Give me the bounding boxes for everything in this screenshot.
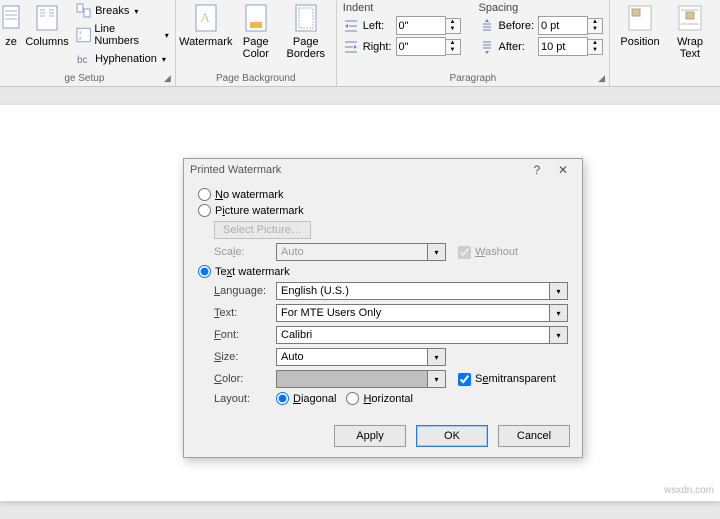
columns-button[interactable]: Columns [24, 2, 70, 68]
printed-watermark-dialog: Printed Watermark ? ✕ No watermark Pictu… [183, 158, 583, 458]
breaks-icon [76, 3, 92, 19]
hyphenation-button[interactable]: bc Hyphenation▾ [76, 51, 169, 67]
page-borders-label: Page Borders [287, 36, 326, 60]
source-watermark: wsxdn.com [664, 485, 714, 496]
indent-left-input[interactable]: ▲▼ [396, 16, 461, 35]
font-label: Font: [214, 329, 276, 341]
page-color-button[interactable]: Page Color [232, 2, 280, 60]
watermark-button[interactable]: A Watermark [182, 2, 230, 60]
group-page-background: A Watermark Page Color Page Borders Page… [176, 0, 337, 86]
ribbon: ze Columns Breaks▾ 12 Line Numbers▾ bc H… [0, 0, 720, 87]
position-icon [624, 2, 656, 34]
indent-left-icon [343, 18, 359, 34]
picture-watermark-label: Picture watermark [215, 205, 304, 217]
line-numbers-button[interactable]: 12 Line Numbers▾ [76, 23, 169, 47]
dialog-title: Printed Watermark [190, 164, 524, 176]
layout-label: Layout: [214, 393, 276, 405]
columns-icon [31, 2, 63, 34]
radio-no-watermark[interactable]: No watermark [198, 188, 568, 201]
wrap-text-button[interactable]: Wrap Text [666, 2, 714, 60]
radio-horizontal[interactable]: Horizontal [346, 392, 413, 405]
scale-label: Scale: [214, 246, 276, 258]
text-label: Text: [214, 307, 276, 319]
page-bg-label: Page Background [182, 71, 330, 84]
select-picture-button: Select Picture… [214, 221, 311, 239]
dialog-launcher-icon[interactable]: ◢ [164, 73, 171, 84]
columns-label: Columns [25, 36, 68, 48]
indent-right-icon [343, 39, 359, 55]
breaks-button[interactable]: Breaks▾ [76, 3, 169, 19]
apply-button[interactable]: Apply [334, 425, 406, 447]
watermark-label: Watermark [179, 36, 232, 48]
svg-text:A: A [200, 11, 211, 26]
no-watermark-label: o watermark [223, 189, 284, 201]
page-borders-button[interactable]: Page Borders [282, 2, 330, 60]
washout-checkbox: Washout [458, 246, 518, 259]
spacing-before-icon [479, 18, 495, 34]
radio-text-watermark[interactable]: Text watermark [198, 265, 568, 278]
dialog-titlebar: Printed Watermark ? ✕ [184, 159, 582, 181]
size-label: Size: [214, 351, 276, 363]
wrap-text-icon [674, 2, 706, 34]
wrap-label: Wrap Text [677, 36, 703, 60]
semitransparent-checkbox[interactable]: Semitransparent [458, 373, 556, 386]
scale-combo: ▾ [276, 243, 446, 261]
svg-text:1: 1 [79, 30, 82, 36]
group-paragraph: Indent Left: ▲▼ Right: ▲▼ Spacing Before… [337, 0, 610, 86]
spacing-after-icon [479, 39, 495, 55]
position-label: Position [620, 36, 659, 48]
language-combo[interactable]: ▾ [276, 282, 568, 300]
paragraph-label: Paragraph ◢ [343, 71, 603, 84]
watermark-icon: A [190, 2, 222, 34]
radio-diagonal[interactable]: Diagonal [276, 392, 336, 405]
page-setup-label: ge Setup ◢ [0, 71, 169, 84]
dialog-launcher-icon[interactable]: ◢ [598, 73, 605, 84]
text-combo[interactable]: ▾ [276, 304, 568, 322]
page-color-icon [240, 2, 272, 34]
page-color-label: Page Color [243, 36, 269, 60]
size-button[interactable]: ze [0, 2, 22, 68]
spacing-header: Spacing [479, 2, 603, 14]
svg-text:2: 2 [79, 36, 82, 42]
color-combo[interactable]: ▾ [276, 370, 446, 388]
size-combo[interactable]: ▾ [276, 348, 446, 366]
color-label: Color: [214, 373, 276, 385]
close-button[interactable]: ✕ [550, 163, 576, 177]
page-borders-icon [290, 2, 322, 34]
language-label: Language: [214, 285, 276, 297]
help-button[interactable]: ? [524, 163, 550, 177]
size-label: ze [5, 36, 17, 48]
ok-button[interactable]: OK [416, 425, 488, 447]
indent-right-input[interactable]: ▲▼ [396, 37, 461, 56]
indent-header: Indent [343, 2, 461, 14]
group-page-setup: ze Columns Breaks▾ 12 Line Numbers▾ bc H… [0, 0, 176, 86]
spacing-before-input[interactable]: ▲▼ [538, 16, 603, 35]
cancel-button[interactable]: Cancel [498, 425, 570, 447]
page-size-icon [0, 2, 27, 34]
radio-picture-watermark[interactable]: Picture watermark [198, 204, 568, 217]
hyphenation-icon: bc [76, 51, 92, 67]
group-arrange: Position Wrap Text [610, 0, 720, 86]
position-button[interactable]: Position [616, 2, 664, 60]
font-combo[interactable]: ▾ [276, 326, 568, 344]
line-numbers-icon: 12 [76, 27, 91, 43]
text-watermark-label: Text watermark [215, 266, 290, 278]
spacing-after-input[interactable]: ▲▼ [538, 37, 603, 56]
svg-text:bc: bc [77, 55, 88, 66]
